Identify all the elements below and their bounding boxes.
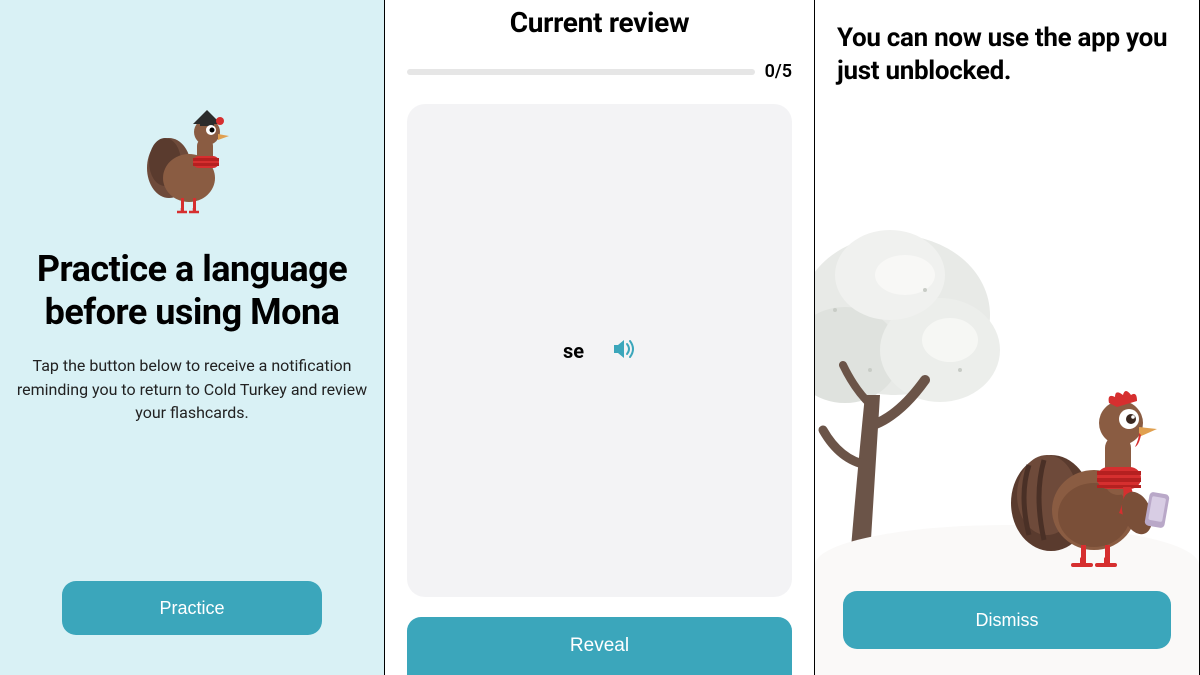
mascot-with-phone-illustration xyxy=(1009,375,1179,575)
speaker-icon[interactable] xyxy=(612,338,636,364)
unblocked-screen: You can now use the app you just unblock… xyxy=(815,0,1200,675)
flashcard: se xyxy=(407,104,792,597)
practice-title: Practice a language before using Mona xyxy=(37,248,347,334)
practice-prompt-screen: Practice a language before using Mona Ta… xyxy=(0,0,385,675)
flashcard-word: se xyxy=(563,339,584,363)
unblocked-title: You can now use the app you just unblock… xyxy=(815,0,1199,87)
review-title: Current review xyxy=(510,6,690,39)
dismiss-button[interactable]: Dismiss xyxy=(843,591,1171,649)
reveal-button[interactable]: Reveal xyxy=(407,617,792,675)
mascot-illustration xyxy=(137,90,247,220)
review-screen: Current review 0/5 se Reveal xyxy=(385,0,815,675)
progress-row: 0/5 xyxy=(407,61,792,82)
progress-bar xyxy=(407,69,755,75)
practice-button[interactable]: Practice xyxy=(62,581,322,635)
progress-label: 0/5 xyxy=(765,61,792,82)
practice-description: Tap the button below to receive a notifi… xyxy=(0,354,384,424)
